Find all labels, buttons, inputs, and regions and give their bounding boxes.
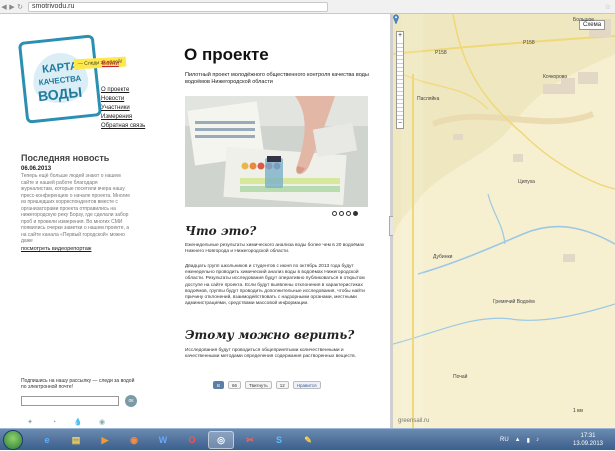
partner-logo-3[interactable]: 💧 bbox=[69, 416, 87, 428]
vk-share-count: 66 bbox=[228, 381, 242, 389]
back-icon[interactable]: ◀ bbox=[0, 3, 8, 11]
partner-logo-4[interactable]: ◉ bbox=[93, 416, 111, 428]
map-label: Пасляйка bbox=[417, 96, 440, 102]
tray-arrow-icon[interactable]: ▲ bbox=[515, 437, 521, 443]
tweet-button[interactable]: Твитнуть bbox=[245, 381, 272, 389]
section-what-paragraph-1: Еженедельные результаты химического анал… bbox=[185, 243, 365, 255]
forward-icon[interactable]: ▶ bbox=[8, 3, 16, 11]
menu-item-news[interactable]: Новости bbox=[101, 95, 145, 104]
partner-logos: ✦ ◔ 💧 ◉ bbox=[21, 416, 111, 428]
section-what-heading: Что это? bbox=[185, 224, 257, 238]
tweet-count: 12 bbox=[275, 381, 289, 389]
map-copyright: greensail.ru bbox=[398, 418, 430, 424]
email-field[interactable] bbox=[21, 396, 119, 406]
slide-dot-2[interactable] bbox=[339, 211, 344, 216]
taskbar: e ▤ ▶ ◉ W O ◎ ✂ S ✎ RU ▲ ▮ ♪ 17:31 13.09… bbox=[0, 428, 615, 450]
slide-dot-3[interactable] bbox=[346, 211, 351, 216]
news-date: 06.06.2013 bbox=[21, 166, 52, 172]
partner-logo-2[interactable]: ◔ bbox=[45, 416, 63, 428]
network-icon[interactable]: ▮ bbox=[527, 437, 530, 444]
explorer-icon[interactable]: ▤ bbox=[63, 431, 89, 449]
menu-item-measurements[interactable]: Измерения bbox=[101, 113, 145, 122]
slider-dots bbox=[332, 211, 358, 216]
left-sidebar: КАРТА КАЧЕСТВА ВОДЫ — Следи за водой! Во… bbox=[0, 14, 180, 428]
page-title: О проекте bbox=[184, 45, 269, 64]
zoom-out-button[interactable]: − bbox=[397, 120, 403, 128]
bookmark-star-icon[interactable]: ☆ bbox=[605, 3, 611, 11]
volume-icon[interactable]: ♪ bbox=[536, 437, 539, 443]
social-buttons: В 66 Твитнуть 12 Нравится bbox=[213, 381, 321, 389]
paint-icon[interactable]: ✎ bbox=[295, 431, 321, 449]
map-label: Дубинки bbox=[433, 254, 453, 260]
slide-dot-4[interactable] bbox=[353, 211, 358, 216]
map-scale: 1 км bbox=[573, 408, 583, 414]
news-text: Теперь ещё больше людей знают о нашем са… bbox=[21, 173, 130, 244]
tool-icon[interactable]: ✂ bbox=[237, 431, 263, 449]
main-menu: О проекте Новости Участники Измерения Об… bbox=[101, 86, 145, 131]
slide-dot-1[interactable] bbox=[332, 211, 337, 216]
map-label: Большое bbox=[573, 17, 595, 23]
system-clock[interactable]: 17:31 13.09.2013 bbox=[568, 432, 608, 448]
latest-news-heading: Последняя новость bbox=[21, 153, 110, 163]
opera-icon[interactable]: O bbox=[179, 431, 205, 449]
project-photo[interactable] bbox=[185, 96, 368, 207]
skype-icon[interactable]: S bbox=[266, 431, 292, 449]
map-panel[interactable]: + − Схема Большое Р158 Р158 Кочкорово Па… bbox=[393, 14, 615, 428]
section-trust-heading: Этому можно верить? bbox=[185, 328, 355, 342]
clock-date: 13.09.2013 bbox=[572, 441, 604, 447]
map-label: Почай bbox=[453, 374, 468, 380]
map-label: Кочкорово bbox=[543, 74, 568, 80]
login-link[interactable]: Войти bbox=[102, 61, 119, 67]
start-button[interactable] bbox=[3, 430, 23, 450]
word-icon[interactable]: W bbox=[150, 431, 176, 449]
address-bar[interactable]: smotrivodu.ru bbox=[28, 1, 328, 12]
lead-text: Пилотный проект молодёжного общественног… bbox=[185, 72, 369, 85]
zoom-slider[interactable] bbox=[397, 40, 403, 120]
clock-time: 17:31 bbox=[580, 433, 596, 439]
partner-logo-1[interactable]: ✦ bbox=[21, 416, 39, 428]
menu-item-feedback[interactable]: Обратная связь bbox=[101, 122, 145, 131]
main-content: О проекте Пилотный проект молодёжного об… bbox=[180, 14, 390, 428]
zoom-in-button[interactable]: + bbox=[397, 32, 403, 40]
video-report-link[interactable]: посмотреть видеорепортаж bbox=[21, 246, 91, 252]
map-label: Гремячий Водоём bbox=[493, 299, 535, 305]
menu-item-participants[interactable]: Участники bbox=[101, 104, 145, 113]
ie-icon[interactable]: e bbox=[34, 431, 60, 449]
map-label: Ципуха bbox=[518, 179, 535, 185]
facebook-like-button[interactable]: Нравится bbox=[292, 381, 321, 389]
map-zoom-control: + − bbox=[396, 31, 404, 129]
measurement-point-marker[interactable] bbox=[393, 14, 399, 24]
media-icon[interactable]: ▶ bbox=[92, 431, 118, 449]
language-indicator[interactable]: RU bbox=[500, 437, 509, 443]
browser-toolbar: ◀ ▶ ↻ smotrivodu.ru ☆ bbox=[0, 0, 615, 14]
section-what-paragraph-2: Двадцать групп школьников и студентов с … bbox=[185, 264, 365, 307]
system-tray: RU ▲ ▮ ♪ bbox=[500, 429, 539, 451]
section-trust-paragraph: Исследования будут проводиться общеприня… bbox=[185, 348, 356, 360]
menu-item-about[interactable]: О проекте bbox=[101, 86, 145, 95]
subscribe-label: Подпишись на нашу рассылку — следи за во… bbox=[21, 378, 135, 390]
map-label: Р158 bbox=[523, 40, 535, 46]
reload-icon[interactable]: ↻ bbox=[16, 3, 24, 11]
firefox-icon[interactable]: ◉ bbox=[121, 431, 147, 449]
taskbar-icons: e ▤ ▶ ◉ W O ◎ ✂ S ✎ bbox=[34, 431, 321, 449]
vk-share-button[interactable]: В bbox=[213, 381, 225, 389]
map-label: Р158 bbox=[435, 50, 447, 56]
site-logo[interactable]: КАРТА КАЧЕСТВА ВОДЫ — Следи за водой! bbox=[17, 34, 127, 124]
subscribe-button[interactable]: ок bbox=[125, 395, 137, 407]
chrome-icon[interactable]: ◎ bbox=[208, 431, 234, 449]
